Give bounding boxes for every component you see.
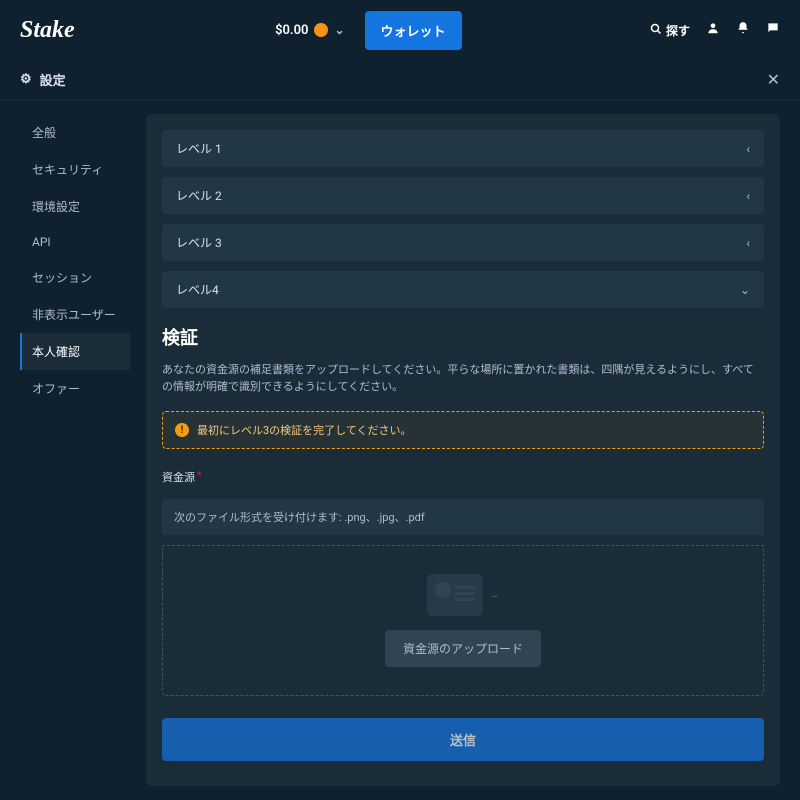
top-header: Stake $0.00 ⌄ ウォレット 探す	[0, 0, 800, 60]
chat-icon[interactable]	[766, 21, 780, 39]
chevron-left-icon: ‹	[746, 236, 750, 250]
search-label: 探す	[666, 22, 690, 39]
bitcoin-icon	[314, 23, 328, 37]
alert-text: 最初にレベル3の検証を完了してください。	[197, 422, 412, 438]
gear-icon: ⚙	[20, 72, 32, 87]
verify-title: 検証	[162, 324, 764, 350]
level-4-row[interactable]: レベル4 ⌄	[162, 271, 764, 308]
sidebar-item-security[interactable]: セキュリティ	[20, 151, 130, 188]
chevron-left-icon: ‹	[746, 142, 750, 156]
level-2-row[interactable]: レベル 2 ‹	[162, 177, 764, 214]
settings-sidebar: 全般 セキュリティ 環境設定 API セッション 非表示ユーザー 本人確認 オフ…	[20, 114, 130, 786]
balance-dropdown[interactable]: $0.00 ⌄	[263, 15, 356, 46]
sidebar-item-general[interactable]: 全般	[20, 114, 130, 151]
warning-icon: !	[175, 423, 189, 437]
search-icon	[650, 23, 662, 38]
wallet-button[interactable]: ウォレット	[365, 11, 462, 50]
upload-dropzone[interactable]: → 資金源のアップロード	[162, 545, 764, 696]
content-panel: レベル 1 ‹ レベル 2 ‹ レベル 3 ‹ レベル4 ⌄ 検証 あなたの資金…	[146, 114, 780, 786]
sidebar-item-offers[interactable]: オファー	[20, 370, 130, 407]
logo[interactable]: Stake	[20, 17, 75, 44]
sidebar-item-hidden-users[interactable]: 非表示ユーザー	[20, 296, 130, 333]
submit-button[interactable]: 送信	[162, 718, 764, 761]
sidebar-item-verify[interactable]: 本人確認	[20, 333, 130, 370]
sidebar-item-preferences[interactable]: 環境設定	[20, 188, 130, 225]
required-star: *	[197, 469, 202, 485]
chevron-down-icon: ⌄	[740, 283, 750, 297]
upload-illustration: →	[427, 574, 499, 616]
sidebar-item-api[interactable]: API	[20, 225, 130, 259]
level-1-row[interactable]: レベル 1 ‹	[162, 130, 764, 167]
notifications-icon[interactable]	[736, 21, 750, 39]
search-button[interactable]: 探す	[650, 22, 690, 39]
balance-amount: $0.00	[275, 23, 308, 38]
arrow-right-icon: →	[489, 590, 499, 601]
id-card-icon	[427, 574, 483, 616]
settings-bar: ⚙ 設定 ✕	[0, 60, 800, 100]
verify-description: あなたの資金源の補足書類をアップロードしてください。平らな場所に置かれた書類は、…	[162, 362, 764, 395]
settings-title: ⚙ 設定	[20, 70, 66, 89]
funds-source-label: 資金源 *	[162, 469, 764, 485]
chevron-left-icon: ‹	[746, 189, 750, 203]
sidebar-item-sessions[interactable]: セッション	[20, 259, 130, 296]
chevron-down-icon: ⌄	[334, 23, 344, 37]
alert-level3-required: ! 最初にレベル3の検証を完了してください。	[162, 411, 764, 449]
level-3-row[interactable]: レベル 3 ‹	[162, 224, 764, 261]
close-button[interactable]: ✕	[767, 70, 780, 89]
user-icon[interactable]	[706, 21, 720, 39]
upload-button[interactable]: 資金源のアップロード	[385, 630, 541, 667]
file-format-hint: 次のファイル形式を受け付けます: .png、.jpg、.pdf	[162, 499, 764, 535]
